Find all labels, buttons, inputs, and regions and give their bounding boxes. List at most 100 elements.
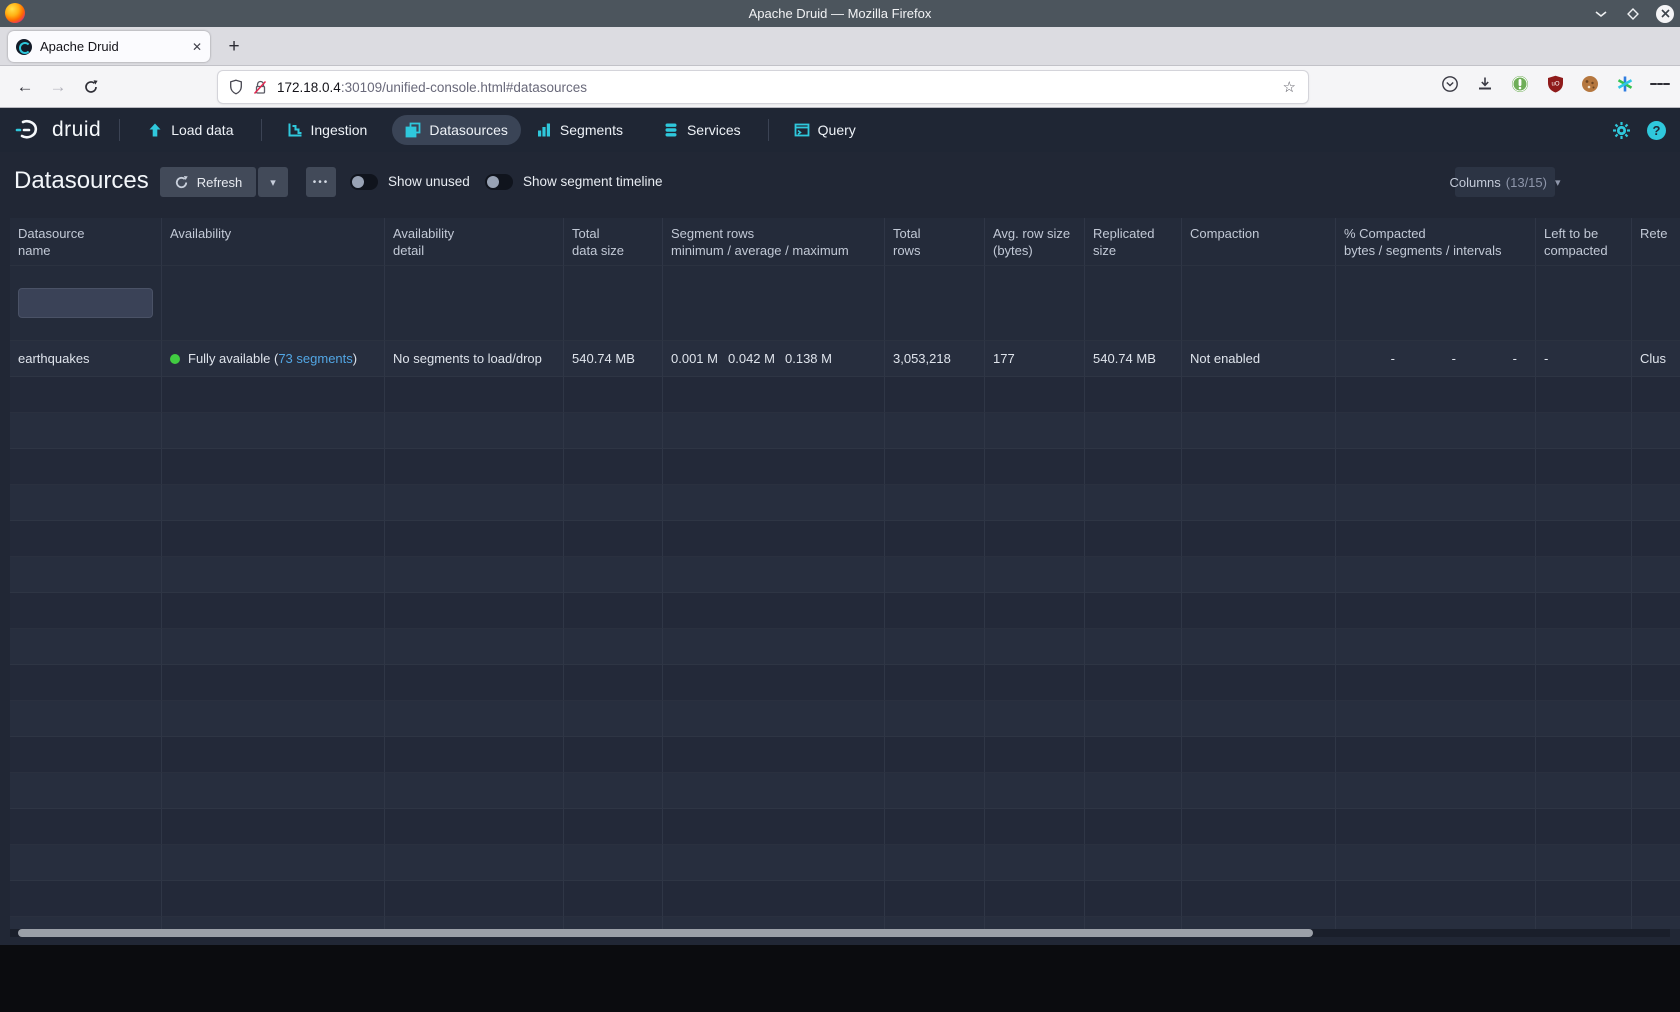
colorful-asterisk-extension-icon[interactable]	[1615, 74, 1635, 94]
cell-total-rows: 3,053,218	[885, 341, 985, 377]
url-bar[interactable]: 172.18.0.4:30109/unified-console.html#da…	[218, 71, 1308, 103]
table-cell-empty	[385, 917, 564, 929]
more-actions-button[interactable]: •••	[306, 167, 336, 197]
col-header-segment-rows[interactable]: Segment rows minimum / average / maximum	[663, 218, 885, 266]
datasource-name-filter-input[interactable]	[18, 288, 153, 318]
show-segment-timeline-toggle[interactable]	[485, 174, 513, 190]
firefox-window: Apache Druid — Mozilla Firefox Apache Dr…	[0, 0, 1680, 945]
refresh-dropdown-button[interactable]: ▾	[258, 167, 288, 197]
datasources-page-header: Datasources Refresh ▾ ••• Show unused Sh…	[0, 152, 1680, 214]
tab-close-icon[interactable]: ✕	[192, 40, 202, 54]
nav-item-query[interactable]: Query	[781, 115, 869, 145]
table-cell-empty	[564, 809, 663, 845]
table-cell-empty	[1085, 809, 1182, 845]
table-cell-empty	[162, 665, 385, 701]
settings-gear-icon[interactable]	[1612, 121, 1631, 140]
table-cell-empty	[885, 917, 985, 929]
show-segment-timeline-label: Show segment timeline	[523, 174, 663, 189]
table-cell-empty	[1536, 593, 1632, 629]
reload-button[interactable]	[78, 74, 104, 100]
nav-item-label: Services	[687, 122, 741, 138]
url-text[interactable]: 172.18.0.4:30109/unified-console.html#da…	[277, 80, 587, 95]
nav-item-ingestion[interactable]: Ingestion	[274, 115, 381, 145]
table-cell-empty	[1536, 773, 1632, 809]
druid-logo[interactable]: druid	[14, 116, 101, 144]
ublock-origin-extension-icon[interactable]: uO	[1545, 74, 1565, 94]
col-header-retention[interactable]: Rete	[1632, 218, 1680, 266]
col-header-datasource-name[interactable]: Datasource name	[10, 218, 162, 266]
nav-item-datasources[interactable]: Datasources	[392, 115, 521, 145]
table-row-earthquakes[interactable]: earthquakes Fully available ( 73 segment…	[10, 341, 1680, 377]
new-tab-button[interactable]: +	[220, 33, 248, 61]
columns-button[interactable]: Columns (13/15) ▾	[1455, 167, 1555, 197]
table-row-empty	[10, 629, 1680, 665]
table-cell-empty	[985, 737, 1085, 773]
window-title: Apache Druid — Mozilla Firefox	[0, 0, 1680, 27]
col-header-availability-detail[interactable]: Availability detail	[385, 218, 564, 266]
help-icon[interactable]: ?	[1647, 121, 1666, 140]
table-cell-empty	[985, 845, 1085, 881]
nav-item-services[interactable]: Services	[650, 115, 754, 145]
table-cell-empty	[1182, 809, 1336, 845]
close-button[interactable]	[1656, 5, 1674, 23]
table-cell-empty	[564, 881, 663, 917]
table-cell-empty	[1085, 521, 1182, 557]
table-cell-empty	[1536, 485, 1632, 521]
refresh-button[interactable]: Refresh	[160, 167, 256, 197]
table-cell-empty	[885, 737, 985, 773]
privacy-badger-extension-icon[interactable]	[1510, 74, 1530, 94]
table-cell-empty	[885, 773, 985, 809]
col-header-avg-row-size[interactable]: Avg. row size (bytes)	[985, 218, 1085, 266]
nav-item-load-data[interactable]: Load data	[134, 115, 246, 145]
table-cell-empty	[385, 737, 564, 773]
col-header-replicated-size[interactable]: Replicated size	[1085, 218, 1182, 266]
tab-apache-druid[interactable]: Apache Druid ✕	[8, 31, 210, 62]
table-cell-empty	[1182, 701, 1336, 737]
col-header-total-rows[interactable]: Total rows	[885, 218, 985, 266]
table-row-empty	[10, 413, 1680, 449]
downloads-icon[interactable]	[1475, 74, 1495, 94]
col-header-pct-compacted[interactable]: % Compacted bytes / segments / intervals	[1336, 218, 1536, 266]
col-header-availability[interactable]: Availability	[162, 218, 385, 266]
nav-item-label: Segments	[560, 122, 623, 138]
forward-button[interactable]: →	[45, 74, 71, 100]
show-unused-toggle[interactable]	[350, 174, 378, 190]
table-row-empty	[10, 701, 1680, 737]
table-cell-empty	[1536, 521, 1632, 557]
horizontal-scrollbar-track[interactable]	[10, 929, 1670, 937]
table-cell-empty	[162, 737, 385, 773]
table-cell-empty	[10, 773, 162, 809]
table-cell-empty	[1336, 737, 1536, 773]
nav-item-segments[interactable]: Segments	[523, 115, 636, 145]
nav-item-label: Load data	[171, 122, 233, 138]
menu-button[interactable]	[1650, 74, 1670, 94]
col-header-compaction[interactable]: Compaction	[1182, 218, 1336, 266]
table-cell-empty	[1336, 917, 1536, 929]
datasources-table: Datasource name Availability Availabilit…	[10, 218, 1680, 929]
table-cell-empty	[564, 557, 663, 593]
table-cell-empty	[985, 485, 1085, 521]
caret-down-icon: ▾	[1555, 176, 1561, 189]
maximize-button[interactable]	[1624, 5, 1642, 23]
table-cell-empty	[1632, 593, 1680, 629]
desktop-background	[0, 945, 1680, 1012]
minimize-button[interactable]	[1592, 5, 1610, 23]
table-cell-empty	[385, 377, 564, 413]
table-cell-empty	[564, 665, 663, 701]
segments-count-link[interactable]: 73 segments	[278, 351, 352, 366]
tracking-protection-icon[interactable]	[228, 79, 244, 96]
cookie-extension-icon[interactable]	[1580, 74, 1600, 94]
cell-datasource-name[interactable]: earthquakes	[10, 341, 162, 377]
table-cell-empty	[564, 593, 663, 629]
horizontal-scrollbar-thumb[interactable]	[18, 929, 1313, 937]
table-cell-empty	[10, 413, 162, 449]
back-button[interactable]: ←	[12, 74, 38, 100]
pct-compacted-segments: -	[1405, 351, 1466, 366]
col-header-total-data-size[interactable]: Total data size	[564, 218, 663, 266]
pocket-icon[interactable]	[1440, 74, 1460, 94]
table-cell-empty	[10, 881, 162, 917]
bookmark-star-icon[interactable]: ☆	[1283, 78, 1296, 96]
table-cell-empty	[564, 845, 663, 881]
insecure-lock-icon[interactable]	[252, 79, 269, 96]
col-header-left-to-be-compacted[interactable]: Left to be compacted	[1536, 218, 1632, 266]
